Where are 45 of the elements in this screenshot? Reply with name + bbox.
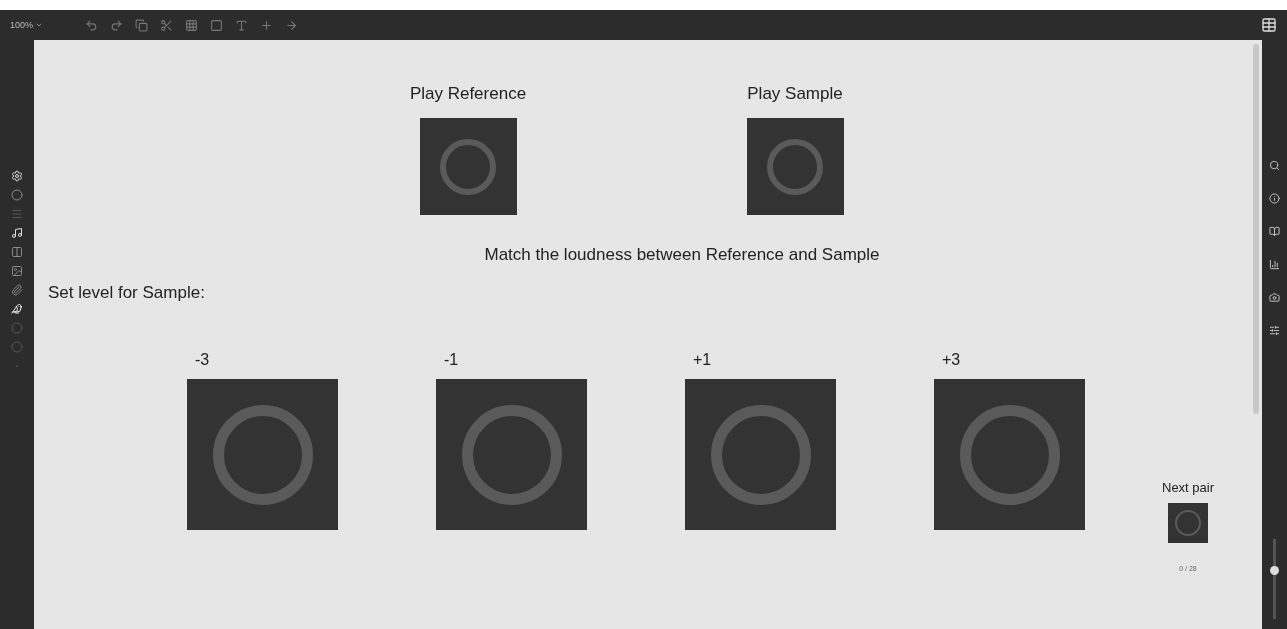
square-icon[interactable] — [210, 18, 224, 32]
zoom-dropdown[interactable]: 100% — [10, 20, 44, 30]
redo-icon[interactable] — [110, 18, 124, 32]
level-label: +1 — [692, 351, 713, 369]
grid-icon[interactable] — [185, 18, 199, 32]
chart-icon[interactable] — [1269, 259, 1280, 270]
paperclip-icon[interactable] — [11, 284, 23, 296]
volume-slider[interactable] — [1273, 539, 1276, 619]
settings-icon[interactable] — [11, 170, 23, 182]
info-icon[interactable] — [1269, 193, 1280, 204]
player-label: Play Reference — [409, 84, 527, 104]
circle-icon[interactable] — [11, 189, 23, 201]
columns-icon[interactable] — [11, 246, 23, 258]
camera-icon[interactable] — [1269, 292, 1280, 303]
level-button[interactable] — [934, 379, 1085, 530]
level-label: +3 — [941, 351, 962, 369]
instruction-text: Match the loudness between Reference and Sample — [483, 245, 881, 265]
next-pair-button[interactable] — [1168, 503, 1208, 543]
scissors-icon[interactable] — [160, 18, 174, 32]
arrow-icon[interactable] — [285, 18, 299, 32]
undo-icon[interactable] — [85, 18, 99, 32]
level-label: -3 — [194, 351, 211, 369]
level-button[interactable] — [187, 379, 338, 530]
music-icon[interactable] — [11, 227, 23, 239]
image-icon[interactable] — [11, 265, 23, 277]
sliders-icon[interactable] — [1269, 325, 1280, 336]
plus-icon[interactable] — [260, 18, 274, 32]
play-button[interactable] — [746, 118, 844, 215]
player-label: Play Sample — [747, 84, 843, 104]
menu-icon[interactable] — [11, 208, 23, 220]
copy-icon[interactable] — [135, 18, 149, 32]
level-button[interactable] — [685, 379, 836, 530]
caret-icon — [35, 21, 44, 29]
table-icon[interactable] — [1261, 17, 1277, 33]
play-button[interactable] — [419, 118, 517, 215]
search-icon[interactable] — [1269, 160, 1280, 171]
next-pair-label: Next pair — [1162, 480, 1215, 495]
book-icon[interactable] — [1269, 226, 1280, 237]
level-prompt: Set level for Sample: — [48, 283, 206, 303]
bird-icon[interactable] — [11, 303, 23, 315]
scrollbar-thumb[interactable] — [1253, 44, 1259, 414]
slider-thumb[interactable] — [1270, 566, 1279, 575]
text-icon[interactable] — [235, 18, 249, 32]
level-button[interactable] — [436, 379, 587, 530]
level-label: -1 — [443, 351, 460, 369]
